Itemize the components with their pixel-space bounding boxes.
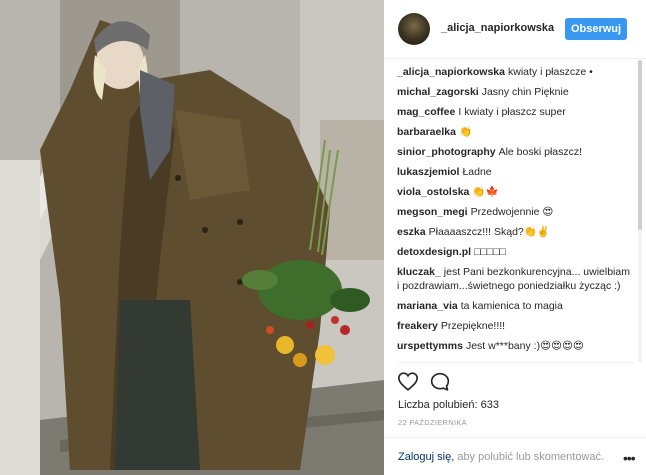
comment-item: mag_coffee I kwiaty i płaszcz super <box>397 106 633 120</box>
avatar[interactable] <box>398 13 430 45</box>
comment-author[interactable]: kluczak_ <box>397 266 441 278</box>
heart-outline-icon[interactable] <box>397 372 419 396</box>
comment-text: 👏 <box>458 126 473 138</box>
post-header: _alicja_napiorkowska Obserwuj <box>384 0 646 59</box>
comment-item: sinior_photography Ale boski płaszcz! <box>397 146 633 160</box>
comment-author[interactable]: mariana_via <box>397 300 458 312</box>
comment-item: detoxdesign.pl □□□□□ <box>397 246 633 260</box>
comment-item: barbaraelka 👏 <box>397 126 633 140</box>
comment-author[interactable]: detoxdesign.pl <box>397 246 471 258</box>
comment-item: eszka Płaaaaszcz!!! Skąd?👏✌️ <box>397 226 633 240</box>
login-prompt-text: aby polubić lub skomentować. <box>454 451 605 463</box>
scrollbar-thumb[interactable] <box>638 60 642 230</box>
comment-author[interactable]: eszka <box>397 226 426 238</box>
comment-author[interactable]: mag_coffee <box>397 106 455 118</box>
more-options-icon[interactable]: ••• <box>623 450 636 466</box>
post-date[interactable]: 22 PAŹDZIERNIKA <box>398 418 467 427</box>
comment-item: mariana_via ta kamienica to magia <box>397 300 633 314</box>
comment-author[interactable]: freakery <box>397 320 438 332</box>
comments-list: _alicja_napiorkowska kwiaty i płaszcze • … <box>397 66 633 362</box>
post-side-panel: _alicja_napiorkowska Obserwuj _alicja_na… <box>384 0 646 475</box>
likes-label: Liczba polubień: <box>398 399 478 411</box>
comment-text: Płaaaaszcz!!! Skąd?👏✌️ <box>428 226 550 238</box>
likes-count[interactable]: 633 <box>481 399 499 411</box>
comment-text: Ale boski płaszcz! <box>498 146 583 158</box>
divider <box>397 362 633 363</box>
follow-button[interactable]: Obserwuj <box>565 18 627 40</box>
comment-author[interactable]: michal_zagorski <box>397 86 479 98</box>
comment-item: freakery Przepiękne!!!! <box>397 320 633 334</box>
likes-summary: Liczba polubień: 633 <box>398 399 499 411</box>
comment-text: Jasny chin Pięknie <box>481 86 569 98</box>
comment-text: kwiaty i płaszcze • <box>507 66 593 78</box>
comment-author[interactable]: urspettymms <box>397 340 463 352</box>
comment-author[interactable]: _alicja_napiorkowska <box>397 66 505 78</box>
comment-item: megson_megi Przedwojennie 😍 <box>397 206 633 220</box>
comment-text: Przedwojennie 😍 <box>470 206 554 218</box>
comment-text: Przepiękne!!!! <box>440 319 506 332</box>
comment-item: viola_ostolska 👏🍁 <box>397 186 633 200</box>
comment-bubble-icon[interactable] <box>430 372 450 397</box>
comment-author[interactable]: barbaraelka <box>397 126 456 138</box>
divider <box>384 437 646 438</box>
comment-author[interactable]: viola_ostolska <box>397 186 469 198</box>
comment-text: ta kamienica to magia <box>460 299 563 312</box>
comment-item: michal_zagorski Jasny chin Pięknie <box>397 86 633 100</box>
comment-text: Jest w***bany :)😍😍😍😍 <box>465 339 584 352</box>
comment-item: lukaszjemiol Ładne <box>397 166 633 180</box>
comment-item: _alicja_napiorkowska kwiaty i płaszcze • <box>397 66 633 80</box>
login-prompt: Zaloguj się, aby polubić lub skomentować… <box>398 451 604 463</box>
comments-scrollbar[interactable] <box>638 60 642 362</box>
comment-item: urspettymms Jest w***bany :)😍😍😍😍 <box>397 340 633 354</box>
post-photo <box>0 0 384 475</box>
comment-text: Ładne <box>462 166 492 178</box>
comment-author[interactable]: megson_megi <box>397 206 468 218</box>
comment-item: kluczak_ jest Pani bezkonkurencyjna... uw… <box>397 266 633 293</box>
author-username[interactable]: _alicja_napiorkowska <box>441 22 554 34</box>
comment-author[interactable]: sinior_photography <box>397 146 496 158</box>
photo-illustration <box>0 0 384 475</box>
comment-text: I kwiaty i płaszcz super <box>458 106 566 118</box>
comment-text: 👏🍁 <box>472 186 499 198</box>
comment-text: □□□□□ <box>474 246 506 258</box>
login-link[interactable]: Zaloguj się, <box>398 451 454 463</box>
comment-author[interactable]: lukaszjemiol <box>397 166 459 178</box>
